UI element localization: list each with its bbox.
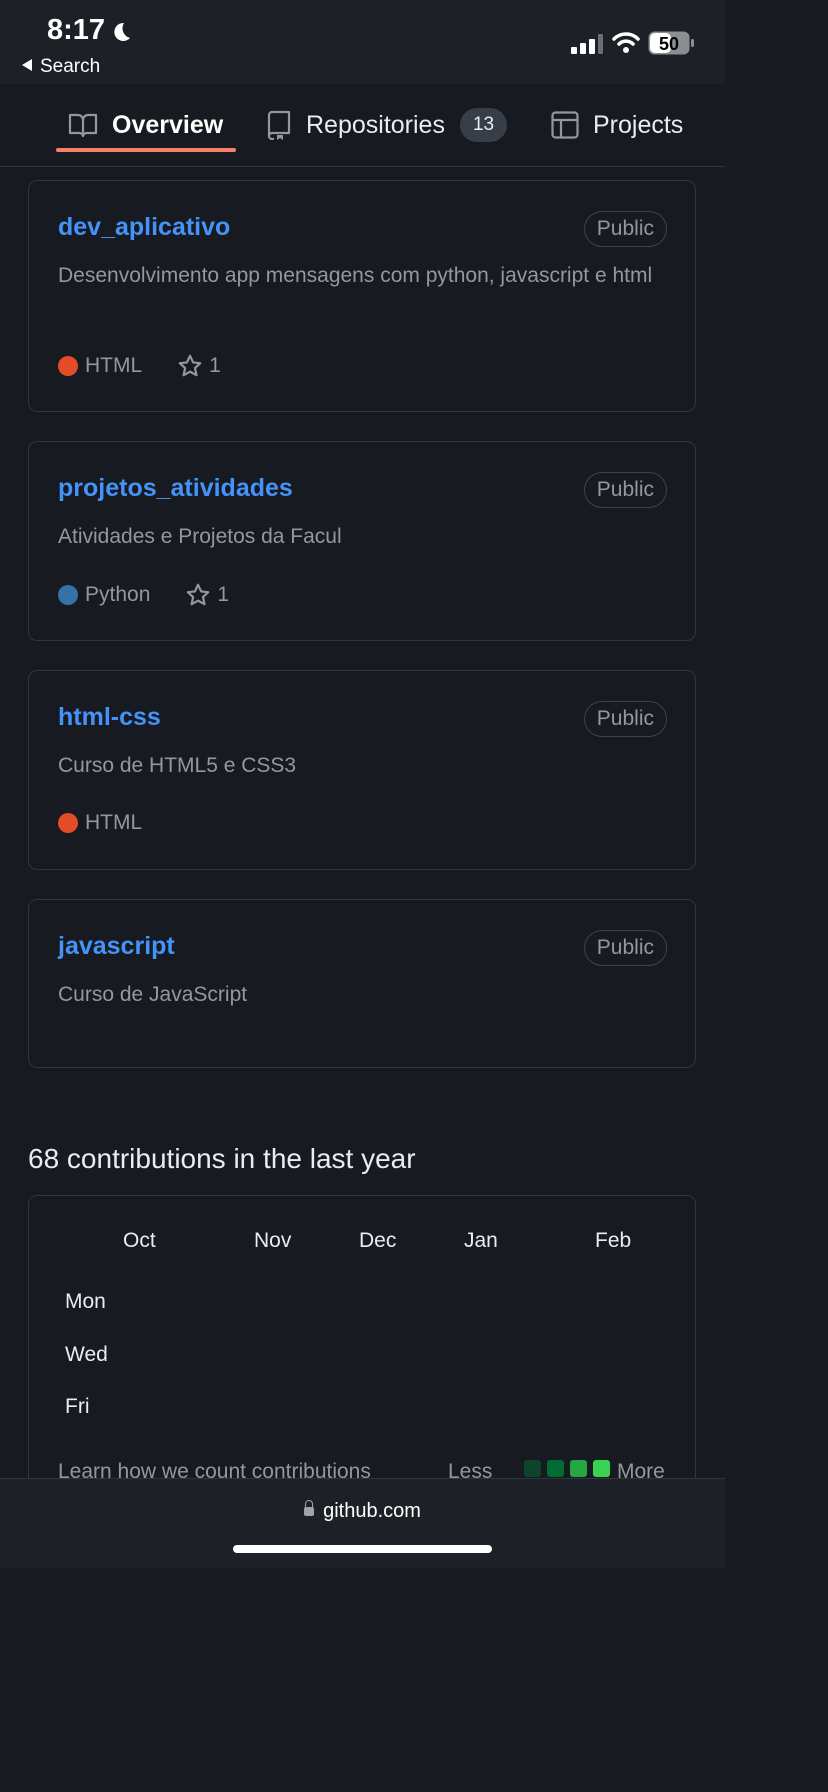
month-label: Dec [359,1229,397,1252]
day-label: Wed [65,1343,108,1366]
day-label: Mon [65,1290,106,1313]
table-icon [551,111,579,139]
language-color-dot [58,813,78,833]
active-tab-indicator [56,148,236,152]
repo-card: javascript Public Curso de JavaScript [28,899,696,1068]
repo-stars[interactable]: 1 [177,353,221,379]
repo-card: html-css Public Curso de HTML5 e CSS3 HT… [28,670,696,870]
star-count: 1 [217,583,230,606]
repo-description: Desenvolvimento app mensagens com python… [58,264,653,287]
repo-language: HTML [85,811,143,834]
repo-meta: Python 1 [58,582,229,608]
repo-card: projetos_atividades Public Atividades e … [28,441,696,641]
legend-square [570,1460,587,1477]
repo-name-link[interactable]: html-css [58,703,161,732]
language-color-dot [58,356,78,376]
visibility-badge: Public [583,701,667,737]
legend-square [547,1460,564,1477]
repo-name-link[interactable]: dev_aplicativo [58,213,230,242]
tab-repositories-label: Repositories [306,110,445,139]
repo-name-link[interactable]: javascript [58,932,175,961]
book-icon [68,113,98,138]
contributions-heading: 68 contributions in the last year [28,1143,416,1174]
visibility-badge: Public [583,211,667,247]
tab-projects-label: Projects [593,110,684,139]
browser-bottom-bar [0,1478,725,1568]
moon-icon [114,22,130,41]
repo-meta: HTML [58,811,142,835]
tab-overview-label: Overview [112,110,224,139]
lock-icon [304,1500,315,1516]
month-label: Nov [254,1229,292,1252]
repo-meta: HTML 1 [58,353,221,379]
repo-description: Curso de JavaScript [58,983,248,1006]
legend-square [593,1460,610,1477]
repositories-count-badge: 13 [459,108,508,142]
repo-card: dev_aplicativo Public Desenvolvimento ap… [28,180,696,412]
url-text: github.com [323,1500,421,1522]
language-color-dot [58,585,78,605]
back-to-search[interactable]: Search [22,56,100,78]
star-icon [187,583,210,606]
repo-language: HTML [85,354,143,377]
visibility-badge: Public [583,472,667,508]
battery-icon: 50 [648,31,694,55]
cellular-signal-icon [571,34,603,54]
tab-repositories[interactable]: Repositories 13 [266,84,508,166]
month-label: Feb [595,1229,632,1252]
status-bar: 8:17 Search 50 [0,0,725,84]
repo-language: Python [85,583,151,606]
wifi-icon [612,32,640,53]
home-indicator [233,1545,492,1553]
tab-overview[interactable]: Overview [68,84,223,166]
address-bar[interactable]: github.com [0,1500,725,1523]
tab-projects[interactable]: Projects [551,84,683,166]
repo-name-link[interactable]: projetos_atividades [58,474,293,503]
profile-tab-bar: Overview Repositories 13 Projects [0,84,725,167]
repo-description: Atividades e Projetos da Facul [58,525,342,548]
visibility-badge: Public [583,930,667,966]
clock: 8:17 [47,14,106,46]
month-label: Jan [464,1229,498,1252]
month-label: Oct [123,1229,156,1252]
back-arrow-icon [22,59,32,71]
repo-stars[interactable]: 1 [185,582,229,608]
battery-level: 50 [659,34,679,54]
back-label: Search [40,56,101,77]
repo-icon [267,110,291,140]
star-count: 1 [209,354,221,377]
day-label: Fri [65,1395,90,1418]
star-icon [178,354,202,377]
legend-square [524,1460,541,1477]
repo-description: Curso de HTML5 e CSS3 [58,754,297,777]
